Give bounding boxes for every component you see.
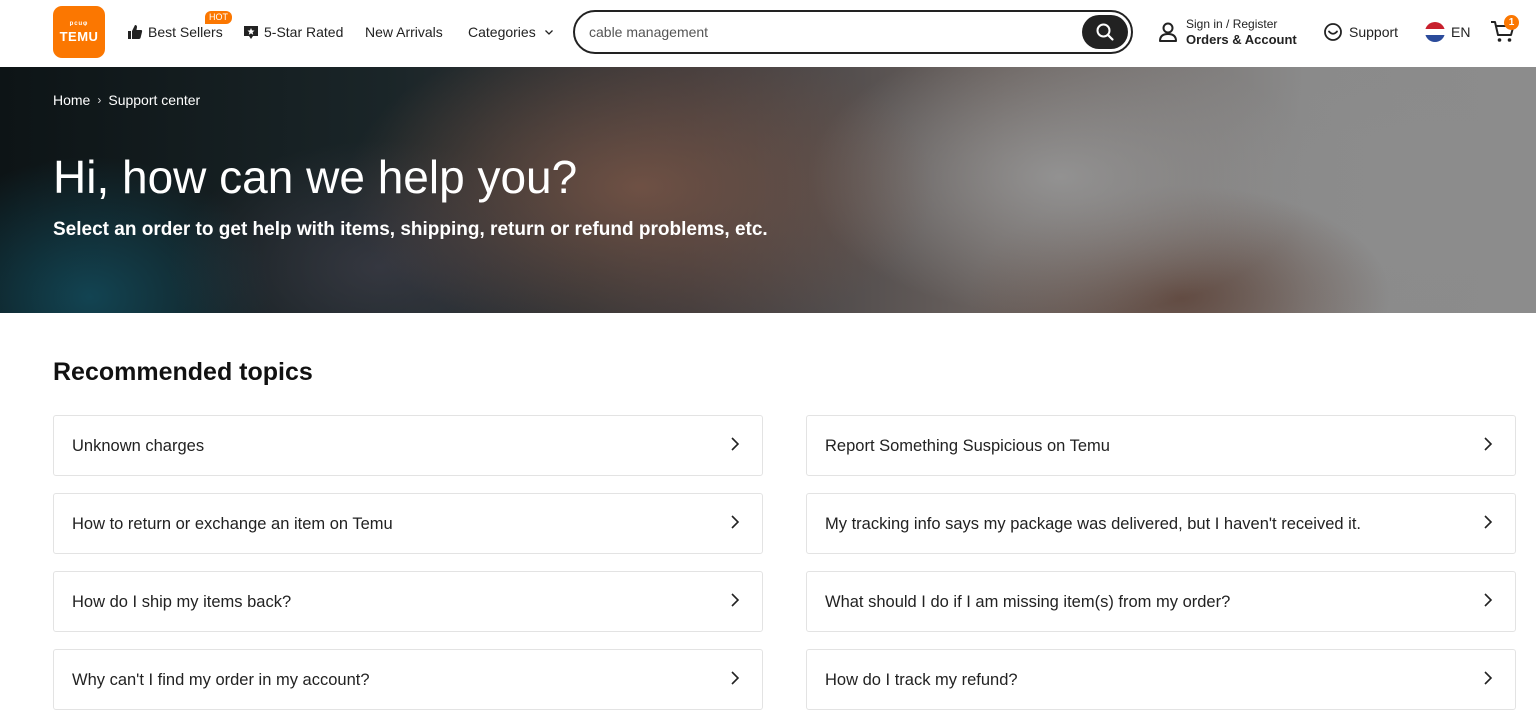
support-label: Support bbox=[1349, 24, 1399, 40]
breadcrumb: Home › Support center bbox=[53, 92, 200, 108]
nav-five-star-rated[interactable]: 5-Star Rated bbox=[243, 24, 343, 40]
nav-best-sellers-label: Best Sellers bbox=[148, 24, 223, 40]
temu-logo[interactable]: ᵖᶜᵘᵠ TEMU bbox=[53, 6, 105, 58]
topic-item[interactable]: Why can't I find my order in my account? bbox=[53, 649, 763, 710]
nav-best-sellers[interactable]: Best Sellers bbox=[127, 24, 223, 40]
chevron-right-icon bbox=[731, 515, 740, 529]
topic-item[interactable]: Report Something Suspicious on Temu bbox=[806, 415, 1516, 476]
cart-icon bbox=[1490, 21, 1516, 48]
chevron-right-icon bbox=[1484, 593, 1493, 607]
nav-new-arrivals[interactable]: New Arrivals bbox=[365, 24, 443, 40]
topic-item[interactable]: Unknown charges bbox=[53, 415, 763, 476]
sign-in-register-link: Sign in / Register bbox=[1186, 17, 1278, 31]
topic-label: How do I track my refund? bbox=[825, 671, 1018, 689]
page-title: Hi, how can we help you? bbox=[53, 151, 578, 203]
topic-item[interactable]: My tracking info says my package was del… bbox=[806, 493, 1516, 554]
topic-label: My tracking info says my package was del… bbox=[825, 515, 1361, 533]
topic-item[interactable]: How do I track my refund? bbox=[806, 649, 1516, 710]
search-icon bbox=[1095, 22, 1115, 42]
language-label: EN bbox=[1451, 24, 1471, 40]
chevron-right-icon bbox=[731, 671, 740, 685]
nav-five-star-label: 5-Star Rated bbox=[264, 24, 344, 40]
topic-label: What should I do if I am missing item(s)… bbox=[825, 593, 1231, 611]
chevron-right-icon bbox=[1484, 437, 1493, 451]
chevron-right-icon bbox=[1484, 671, 1493, 685]
breadcrumb-separator-icon: › bbox=[97, 93, 102, 107]
topic-item[interactable]: What should I do if I am missing item(s)… bbox=[806, 571, 1516, 632]
topic-label: Report Something Suspicious on Temu bbox=[825, 437, 1110, 455]
netherlands-flag-icon bbox=[1425, 22, 1445, 42]
support-hero-banner: Home › Support center Hi, how can we hel… bbox=[0, 67, 1536, 313]
nav-new-arrivals-label: New Arrivals bbox=[365, 24, 443, 40]
nav-categories[interactable]: Categories bbox=[468, 24, 557, 40]
topic-item[interactable]: How do I ship my items back? bbox=[53, 571, 763, 632]
orders-account-label: Orders & Account bbox=[1186, 32, 1297, 47]
account-menu[interactable]: Sign in / Register Orders & Account bbox=[1158, 16, 1297, 48]
star-badge-icon bbox=[243, 24, 259, 40]
user-icon bbox=[1158, 21, 1178, 43]
language-selector[interactable]: EN bbox=[1425, 22, 1470, 42]
nav-categories-label: Categories bbox=[468, 24, 536, 40]
search-input[interactable] bbox=[589, 22, 1069, 42]
topic-label: Unknown charges bbox=[72, 437, 205, 455]
logo-glyphs: ᵖᶜᵘᵠ bbox=[69, 19, 89, 29]
recommended-topics-heading: Recommended topics bbox=[53, 358, 313, 386]
chevron-right-icon bbox=[731, 437, 740, 451]
topic-item[interactable]: How to return or exchange an item on Tem… bbox=[53, 493, 763, 554]
breadcrumb-support-center-link[interactable]: Support center bbox=[108, 92, 200, 108]
cart-button[interactable]: 1 bbox=[1490, 15, 1520, 48]
account-text: Sign in / Register Orders & Account bbox=[1186, 16, 1297, 48]
chevron-right-icon bbox=[1484, 515, 1493, 529]
thumbs-up-icon bbox=[127, 24, 143, 40]
logo-text: TEMU bbox=[59, 29, 99, 44]
topic-label: How to return or exchange an item on Tem… bbox=[72, 515, 393, 533]
page-subtitle: Select an order to get help with items, … bbox=[53, 219, 768, 240]
hot-badge: HOT bbox=[205, 11, 232, 24]
chevron-down-icon bbox=[541, 24, 557, 40]
search-bar bbox=[573, 10, 1133, 54]
search-button[interactable] bbox=[1082, 15, 1128, 49]
breadcrumb-home-link[interactable]: Home bbox=[53, 92, 90, 108]
topic-label: Why can't I find my order in my account? bbox=[72, 671, 370, 689]
cart-count-badge: 1 bbox=[1504, 15, 1519, 30]
chevron-right-icon bbox=[731, 593, 740, 607]
topic-label: How do I ship my items back? bbox=[72, 593, 292, 611]
chat-smile-icon bbox=[1323, 22, 1343, 42]
top-header: ᵖᶜᵘᵠ TEMU Best Sellers HOT 5-Star Rated … bbox=[0, 0, 1536, 67]
support-link[interactable]: Support bbox=[1323, 22, 1398, 42]
